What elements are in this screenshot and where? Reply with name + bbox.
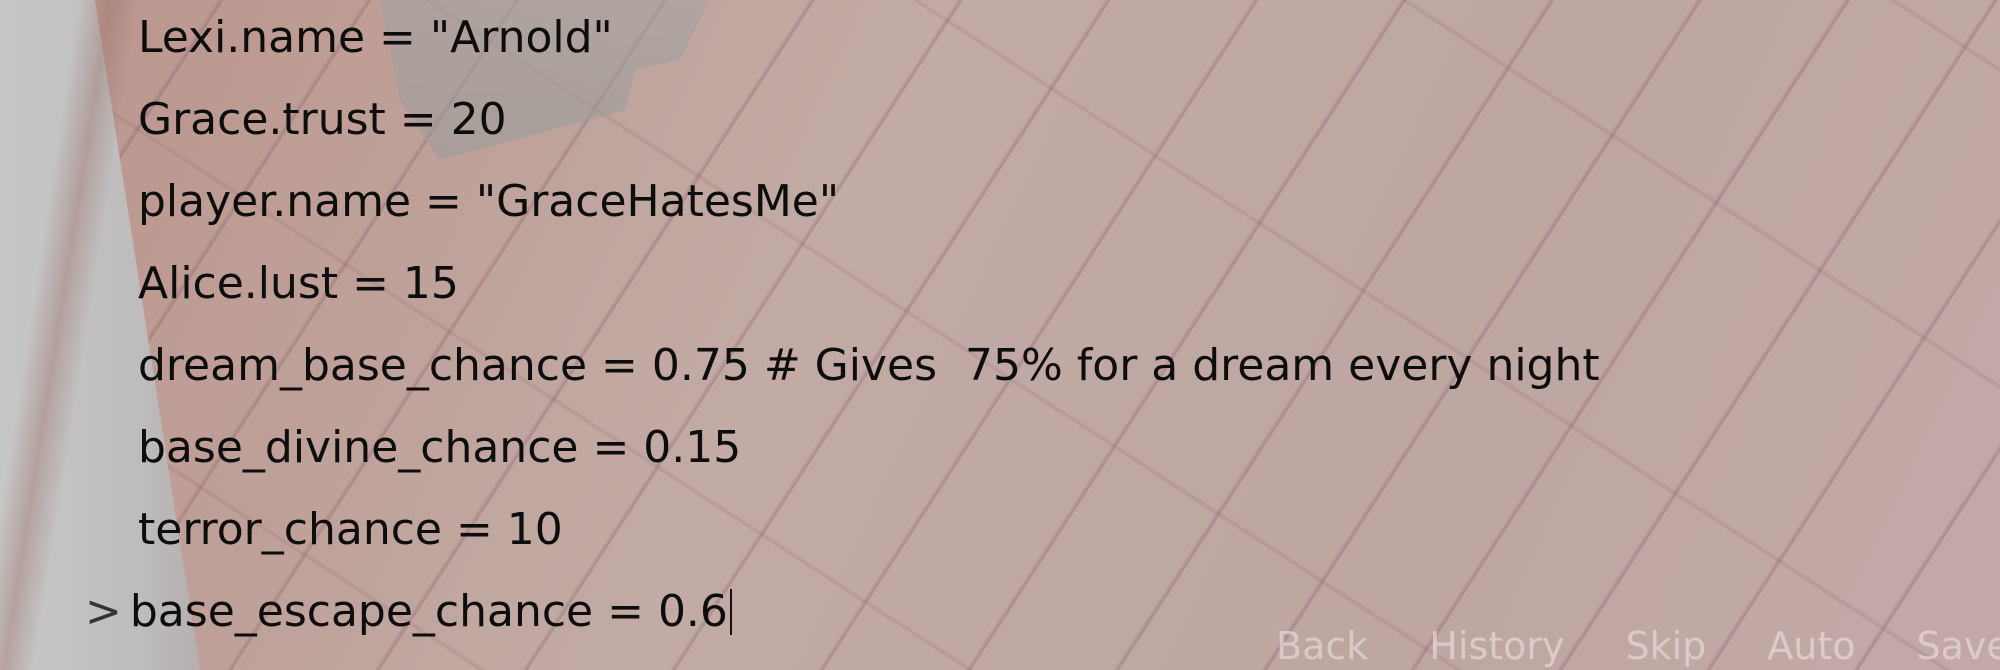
developer-console: Lexi.name = "Arnold" Grace.trust = 20 pl…: [0, 0, 2000, 670]
quick-menu-auto-button[interactable]: Auto: [1767, 622, 1855, 670]
quick-menu-back-button[interactable]: Back: [1276, 622, 1368, 670]
console-input[interactable]: base_escape_chance = 0.6: [130, 584, 728, 640]
quick-menu-history-button[interactable]: History: [1429, 622, 1564, 670]
console-prompt: >: [85, 586, 122, 637]
quick-menu-skip-button[interactable]: Skip: [1625, 622, 1706, 670]
console-input-row[interactable]: > base_escape_chance = 0.6: [85, 584, 732, 640]
console-history-line: base_divine_chance = 0.15: [138, 422, 742, 473]
text-caret: [729, 589, 732, 635]
console-history-line: Alice.lust = 15: [138, 258, 459, 309]
console-history-line: dream_base_chance = 0.75 # Gives 75% for…: [138, 340, 1600, 391]
console-history-line: terror_chance = 10: [138, 504, 563, 555]
console-history-line: Lexi.name = "Arnold": [138, 12, 613, 63]
console-history-line: Grace.trust = 20: [138, 94, 507, 145]
game-screen: Lexi.name = "Arnold" Grace.trust = 20 pl…: [0, 0, 2000, 670]
quick-menu-save-button[interactable]: Save: [1917, 622, 2000, 670]
quick-menu: Back History Skip Auto Save: [1276, 622, 2000, 670]
console-history-line: player.name = "GraceHatesMe": [138, 176, 840, 227]
